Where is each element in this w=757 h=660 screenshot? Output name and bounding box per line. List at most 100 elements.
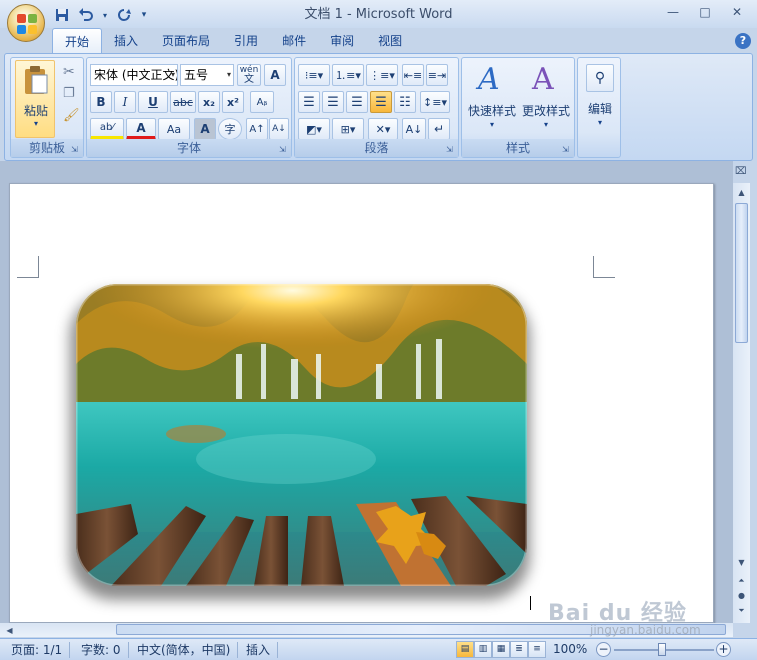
zoom-in-button[interactable]: + (716, 642, 731, 657)
distributed-button[interactable]: ☷ (394, 91, 416, 113)
chinese-layout-icon: ✕▾ (375, 122, 391, 136)
tab-mailings[interactable]: 邮件 (270, 28, 318, 54)
full-screen-reading-icon[interactable]: ▥ (474, 641, 492, 658)
scroll-down-icon[interactable]: ▼ (734, 555, 749, 570)
align-center-button[interactable]: ☰ (322, 91, 344, 113)
bullets-button[interactable]: ⁝≡▾ (298, 64, 330, 86)
align-right-button[interactable]: ☰ (346, 91, 368, 113)
change-styles-icon: A (532, 62, 554, 97)
multilevel-list-button[interactable]: ⋮≡▾ (366, 64, 398, 86)
tab-references[interactable]: 引用 (222, 28, 270, 54)
scroll-left-icon[interactable]: ◀ (2, 623, 17, 638)
grow-font-button[interactable]: A↑ (246, 118, 268, 140)
decrease-indent-button[interactable]: ⇤≡ (402, 64, 424, 86)
tab-insert[interactable]: 插入 (102, 28, 150, 54)
zoom-out-button[interactable]: − (596, 642, 611, 657)
close-button[interactable]: ✕ (721, 2, 753, 22)
save-button[interactable] (52, 6, 72, 24)
strikethrough-button[interactable]: abc (170, 91, 196, 113)
clear-formatting-button[interactable]: Aᵦ (250, 91, 274, 113)
paste-button[interactable]: 粘贴 ▾ (15, 60, 55, 138)
status-bar: 页面: 1/1 字数: 0 中文(简体，中国) 插入 ▤ ▥ ▦ ≣ ≡ 100… (0, 638, 757, 660)
change-case-button[interactable]: Aa (158, 118, 190, 140)
numbering-button[interactable]: ⒈≡▾ (332, 64, 364, 86)
ribbon: 粘贴 ▾ ✂ ❐ 🖌 剪贴板 ⇲ 宋体 (中文正文) ▾ 五号 ▾ wén 文 A B… (4, 53, 753, 161)
increase-indent-button[interactable]: ≡⇥ (426, 64, 448, 86)
text-cursor (530, 596, 531, 610)
enclose-char-button[interactable]: 字 (218, 118, 242, 140)
vertical-scroll-thumb[interactable] (735, 203, 748, 343)
tab-page-layout[interactable]: 页面布局 (150, 28, 222, 54)
next-page-icon[interactable]: ⏷ (734, 603, 749, 618)
change-styles-button[interactable]: A 更改样式 ▾ (520, 60, 572, 138)
undo-dropdown[interactable]: ▾ (100, 6, 110, 24)
underline-button[interactable]: U (138, 91, 168, 113)
format-painter-icon[interactable]: 🖌 (63, 108, 80, 123)
copy-icon[interactable]: ❐ (63, 86, 75, 101)
font-size-combo[interactable]: 五号 ▾ (180, 64, 234, 86)
web-layout-icon[interactable]: ▦ (492, 641, 510, 658)
browse-object-icon[interactable]: ● (734, 588, 749, 603)
chevron-down-icon: ▾ (543, 120, 548, 129)
paragraph-mark-icon: ↵ (433, 122, 445, 136)
highlight-button[interactable]: ab⁄ (90, 118, 124, 140)
line-spacing-button[interactable]: ↕≡▾ (420, 91, 450, 113)
multilevel-list-icon: ⋮≡▾ (369, 68, 395, 82)
binoculars-icon: ⚲ (586, 64, 614, 92)
draft-view-icon[interactable]: ≡ (528, 641, 546, 658)
tab-view[interactable]: 视图 (366, 28, 414, 54)
outline-view-icon[interactable]: ≣ (510, 641, 528, 658)
zoom-slider-thumb[interactable] (658, 643, 666, 656)
font-group-label: 字体 (87, 139, 291, 157)
editing-group[interactable]: ⚲ 编辑 ▾ (577, 57, 621, 158)
scroll-up-icon[interactable]: ▲ (734, 185, 749, 200)
superscript-button[interactable]: x² (222, 91, 244, 113)
clipboard-icon (25, 66, 48, 94)
zoom-level[interactable]: 100% (553, 642, 587, 656)
tab-review[interactable]: 审阅 (318, 28, 366, 54)
customize-qat-button[interactable]: ▾ (138, 6, 150, 24)
font-launcher-icon[interactable]: ⇲ (279, 145, 288, 154)
shading-button[interactable]: ◩▾ (298, 118, 330, 140)
subscript-button[interactable]: x₂ (198, 91, 220, 113)
save-icon (56, 9, 68, 21)
print-layout-view-icon[interactable]: ▤ (456, 641, 474, 658)
cut-icon[interactable]: ✂ (63, 64, 75, 80)
vertical-scrollbar[interactable]: ▲ ▼ ⏶ ● ⏷ (733, 183, 750, 623)
justify-button[interactable]: ☰ (370, 91, 392, 113)
borders-button[interactable]: ⊞▾ (332, 118, 364, 140)
bold-button[interactable]: B (90, 91, 112, 113)
ruler-toggle-icon[interactable]: ⌧ (735, 166, 749, 182)
italic-button[interactable]: I (114, 91, 136, 113)
clipboard-launcher-icon[interactable]: ⇲ (71, 145, 80, 154)
redo-button[interactable] (114, 6, 134, 24)
tab-home[interactable]: 开始 (52, 28, 103, 54)
paragraph-launcher-icon[interactable]: ⇲ (446, 145, 455, 154)
sort-button[interactable]: A↓ (402, 118, 426, 140)
inserted-picture[interactable] (76, 284, 527, 586)
insert-mode-status[interactable]: 插入 (239, 642, 279, 658)
phonetic-guide-button[interactable]: wén 文 (237, 64, 261, 86)
minimize-button[interactable]: — (657, 2, 689, 22)
char-shading-button[interactable]: A (194, 118, 216, 140)
font-color-button[interactable]: A (126, 118, 156, 140)
language-status[interactable]: 中文(简体，中国) (130, 642, 239, 658)
align-left-button[interactable]: ☰ (298, 91, 320, 113)
quick-styles-button[interactable]: A 快速样式 ▾ (466, 60, 518, 138)
show-marks-button[interactable]: ↵ (428, 118, 450, 140)
font-name-combo[interactable]: 宋体 (中文正文) ▾ (90, 64, 178, 86)
undo-button[interactable] (76, 6, 96, 24)
office-button[interactable] (7, 4, 45, 42)
bullets-icon: ⁝≡▾ (304, 68, 324, 82)
char-border-button[interactable]: A (264, 64, 286, 86)
shrink-font-button[interactable]: A↓ (269, 118, 289, 140)
previous-page-icon[interactable]: ⏶ (734, 573, 749, 588)
styles-launcher-icon[interactable]: ⇲ (562, 145, 571, 154)
chinese-layout-button[interactable]: ✕▾ (368, 118, 398, 140)
change-styles-label: 更改样式 (521, 104, 570, 118)
maximize-button[interactable]: □ (689, 2, 721, 22)
word-count[interactable]: 字数: 0 (74, 642, 129, 658)
help-icon[interactable]: ? (735, 33, 751, 49)
page-count[interactable]: 页面: 1/1 (4, 642, 71, 658)
paragraph-group: ⁝≡▾ ⒈≡▾ ⋮≡▾ ⇤≡ ≡⇥ ☰ ☰ ☰ ☰ ☷ ↕≡▾ ◩▾ ⊞▾ ✕▾… (294, 57, 459, 158)
